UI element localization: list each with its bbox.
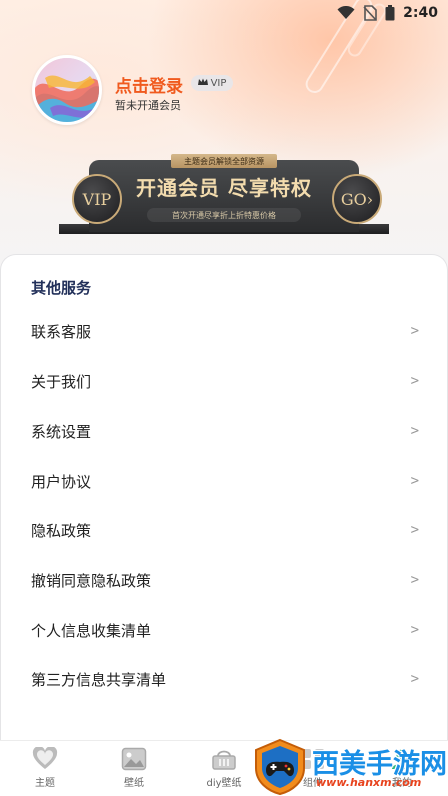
menu-item-about-us[interactable]: 关于我们 > bbox=[1, 357, 448, 405]
menu-item-label: 用户协议 bbox=[31, 472, 92, 491]
menu-item-contact-support[interactable]: 联系客服 > bbox=[1, 307, 448, 355]
services-card: 其他服务 联系客服 > 关于我们 > 系统设置 > 用户协议 > 隐私政策 > … bbox=[0, 254, 448, 744]
chevron-right-icon: > bbox=[410, 373, 419, 389]
login-button[interactable]: 点击登录 bbox=[115, 72, 183, 97]
avatar[interactable] bbox=[32, 55, 102, 125]
vip-emblem: VIP bbox=[72, 174, 122, 224]
chevron-right-icon: > bbox=[410, 622, 419, 638]
chevron-right-icon: > bbox=[410, 423, 419, 439]
nav-label: diy壁纸 bbox=[206, 778, 242, 789]
status-time: 2:40 bbox=[403, 5, 438, 21]
chevron-right-icon: > bbox=[410, 323, 419, 339]
site-watermark: 西美手游网 www.hanxm.com bbox=[252, 738, 448, 796]
header-background bbox=[0, 0, 448, 290]
banner-subtitle: 首次开通尽享折上折特惠价格 bbox=[147, 208, 301, 222]
menu-item-system-settings[interactable]: 系统设置 > bbox=[1, 407, 448, 455]
menu-item-label: 联系客服 bbox=[31, 322, 92, 341]
gamepad-shield-icon bbox=[252, 738, 308, 796]
chevron-right-icon: > bbox=[410, 473, 419, 489]
nav-item-wallpaper[interactable]: 壁纸 bbox=[99, 747, 169, 793]
chevron-right-icon: > bbox=[410, 572, 419, 588]
nav-label: 壁纸 bbox=[124, 778, 144, 789]
menu-item-label: 第三方信息共享清单 bbox=[31, 670, 167, 689]
section-title: 其他服务 bbox=[31, 279, 92, 297]
image-icon bbox=[121, 747, 147, 771]
status-bar: 2:40 bbox=[0, 0, 448, 26]
member-status: 暂未开通会员 bbox=[115, 99, 181, 112]
menu-item-privacy-policy[interactable]: 隐私政策 > bbox=[1, 506, 448, 554]
basket-icon bbox=[211, 747, 237, 771]
menu-item-personal-info-list[interactable]: 个人信息收集清单 > bbox=[1, 606, 448, 654]
go-button[interactable]: GO› bbox=[332, 174, 382, 224]
no-sim-icon bbox=[363, 5, 377, 21]
chevron-right-icon: > bbox=[410, 671, 419, 687]
menu-item-label: 系统设置 bbox=[31, 422, 92, 441]
menu-item-label: 关于我们 bbox=[31, 372, 92, 391]
vip-badge-label: VIP bbox=[210, 77, 227, 89]
menu-item-user-agreement[interactable]: 用户协议 > bbox=[1, 457, 448, 505]
chevron-right-icon: > bbox=[410, 522, 419, 538]
watermark-url: www.hanxm.com bbox=[316, 776, 422, 789]
nav-item-diy-wallpaper[interactable]: diy壁纸 bbox=[189, 747, 259, 793]
menu-item-revoke-privacy-consent[interactable]: 撤销同意隐私政策 > bbox=[1, 556, 448, 604]
banner-title: 开通会员 尽享特权 bbox=[136, 176, 312, 200]
wifi-icon bbox=[337, 6, 355, 20]
vip-badge: VIP bbox=[191, 75, 233, 91]
vip-banner[interactable]: 主题会员解锁全部资源 开通会员 尽享特权 首次开通尽享折上折特惠价格 VIP G… bbox=[59, 152, 389, 234]
heart-icon bbox=[32, 747, 58, 771]
menu-item-third-party-sharing-list[interactable]: 第三方信息共享清单 > bbox=[1, 655, 448, 703]
menu-item-label: 隐私政策 bbox=[31, 521, 92, 540]
menu-item-label: 个人信息收集清单 bbox=[31, 621, 152, 640]
banner-tag: 主题会员解锁全部资源 bbox=[171, 154, 277, 168]
menu-item-label: 撤销同意隐私政策 bbox=[31, 571, 152, 590]
nav-item-theme[interactable]: 主题 bbox=[10, 747, 80, 793]
battery-icon bbox=[385, 5, 395, 21]
nav-label: 主题 bbox=[35, 778, 55, 789]
crown-icon bbox=[197, 78, 208, 89]
